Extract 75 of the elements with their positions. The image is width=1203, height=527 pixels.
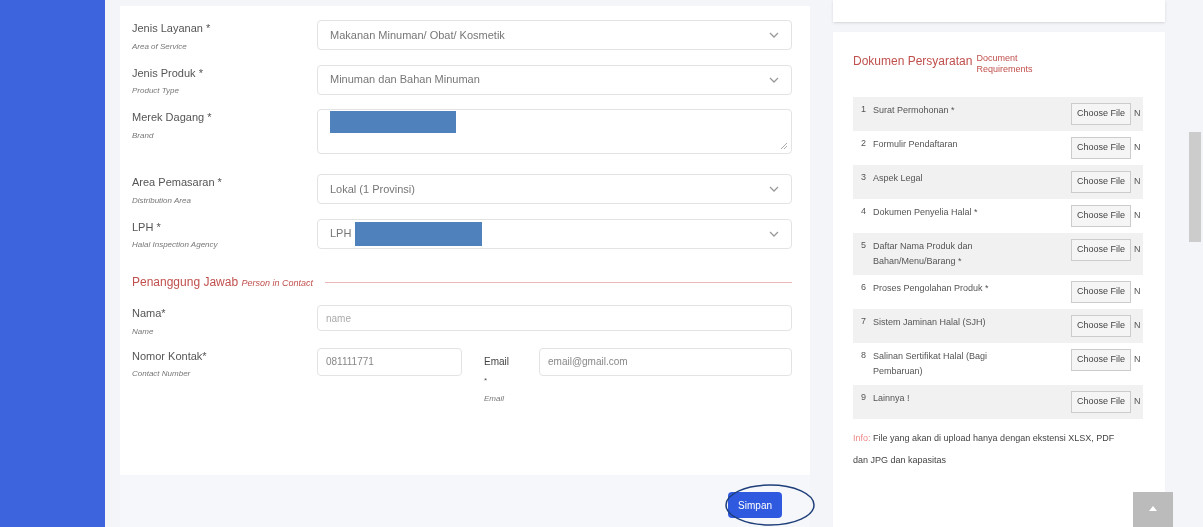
file-status: N	[1133, 243, 1142, 256]
document-name: Daftar Nama Produk dan Bahan/Menu/Barang *	[873, 240, 974, 268]
row-number: 4	[861, 205, 867, 218]
document-name: Formulir Pendaftaran	[873, 138, 959, 151]
save-button[interactable]: Simpan	[728, 492, 782, 518]
document-name: Aspek Legal	[873, 172, 924, 185]
choose-file-button[interactable]: Choose File	[1070, 137, 1131, 159]
select-value: Makanan Minuman/ Obat/ Kosmetik	[330, 27, 505, 43]
resize-handle-icon	[781, 143, 787, 149]
dropdown-caret-icon	[769, 32, 779, 38]
email-field[interactable]: email@gmail.com	[539, 347, 792, 376]
file-status: N	[1133, 353, 1142, 366]
row-number: 8	[861, 349, 867, 362]
field-label: LPH *	[132, 219, 162, 235]
row-number: 6	[861, 281, 867, 294]
field-sublabel: Product Type	[132, 85, 180, 97]
document-name: Proses Pengolahan Produk *	[873, 282, 990, 295]
file-status: N	[1133, 285, 1142, 298]
choose-file-button[interactable]: Choose File	[1070, 171, 1131, 193]
field-sublabel: Email	[484, 392, 505, 405]
documents-subtitle: Document Requirements	[976, 52, 1034, 75]
select-value: Minuman dan Bahan Minuman	[330, 72, 480, 88]
dropdown-caret-icon	[769, 230, 779, 237]
field-sublabel: Halal Inspection Agency	[132, 239, 219, 251]
field-sublabel: Area of Service	[132, 40, 188, 53]
choose-file-button[interactable]: Choose File	[1070, 315, 1131, 337]
field-sublabel: Name	[132, 325, 155, 338]
select-field[interactable]: Minuman dan Bahan Minuman	[317, 64, 792, 95]
file-status: N	[1133, 107, 1142, 120]
field-label: Jenis Produk *	[132, 65, 204, 81]
row-number: 5	[861, 239, 867, 252]
text-area[interactable]	[317, 109, 792, 154]
choose-file-button[interactable]: Choose File	[1070, 349, 1131, 371]
field-label: Nomor Kontak*	[132, 348, 208, 364]
dropdown-caret-icon	[769, 76, 779, 83]
section-title: Penanggung Jawab Person in Contact	[132, 274, 313, 291]
file-status: N	[1133, 319, 1142, 332]
dropdown-caret-icon	[769, 186, 779, 192]
info-text: Info: File yang akan di upload hanya dengan ekstensi XLSX, PDF dan JPG dan kapasitas	[853, 432, 1116, 467]
field-sublabel: Brand	[132, 129, 155, 142]
field-label: Jenis Layanan *	[132, 21, 212, 36]
select-field[interactable]: LPH	[317, 218, 792, 249]
document-name: Salinan Sertifikat Halal (Bagi Pembaruan)	[873, 350, 989, 378]
select-value: Lokal (1 Provinsi)	[330, 181, 415, 197]
row-number: 3	[861, 171, 867, 184]
field-label: Merek Dagang *	[132, 110, 213, 125]
choose-file-button[interactable]: Choose File	[1070, 239, 1131, 261]
field-label: Email	[484, 354, 510, 369]
document-name: Surat Permohonan *	[873, 104, 956, 117]
file-status: N	[1133, 209, 1142, 222]
required-mark: *	[484, 374, 489, 387]
row-number: 7	[861, 315, 867, 328]
field-label: Area Pemasaran *	[132, 175, 223, 190]
choose-file-button[interactable]: Choose File	[1070, 281, 1131, 303]
row-number: 9	[861, 391, 867, 404]
choose-file-button[interactable]: Choose File	[1070, 205, 1131, 227]
documents-title: Dokumen Persyaratan	[853, 53, 973, 70]
select-field[interactable]: Makanan Minuman/ Obat/ Kosmetik	[317, 20, 792, 50]
document-name: Sistem Jaminan Halal (SJH)	[873, 316, 987, 329]
row-number: 2	[861, 137, 867, 150]
field-sublabel: Distribution Area	[132, 194, 192, 207]
file-status: N	[1133, 395, 1142, 408]
field-sublabel: Contact Number	[132, 368, 192, 380]
phone-field[interactable]: 081111771	[317, 347, 462, 376]
document-name: Lainnya !	[873, 392, 911, 405]
row-number: 1	[861, 103, 867, 116]
choose-file-button[interactable]: Choose File	[1070, 103, 1131, 125]
file-status: N	[1133, 175, 1142, 188]
select-field[interactable]: Lokal (1 Provinsi)	[317, 174, 792, 204]
document-name: Dokumen Penyelia Halal *	[873, 206, 979, 219]
field-label: Nama*	[132, 306, 167, 321]
select-value: LPH	[330, 226, 352, 242]
up-arrow-icon	[1149, 506, 1157, 511]
file-status: N	[1133, 141, 1142, 154]
choose-file-button[interactable]: Choose File	[1070, 391, 1131, 413]
